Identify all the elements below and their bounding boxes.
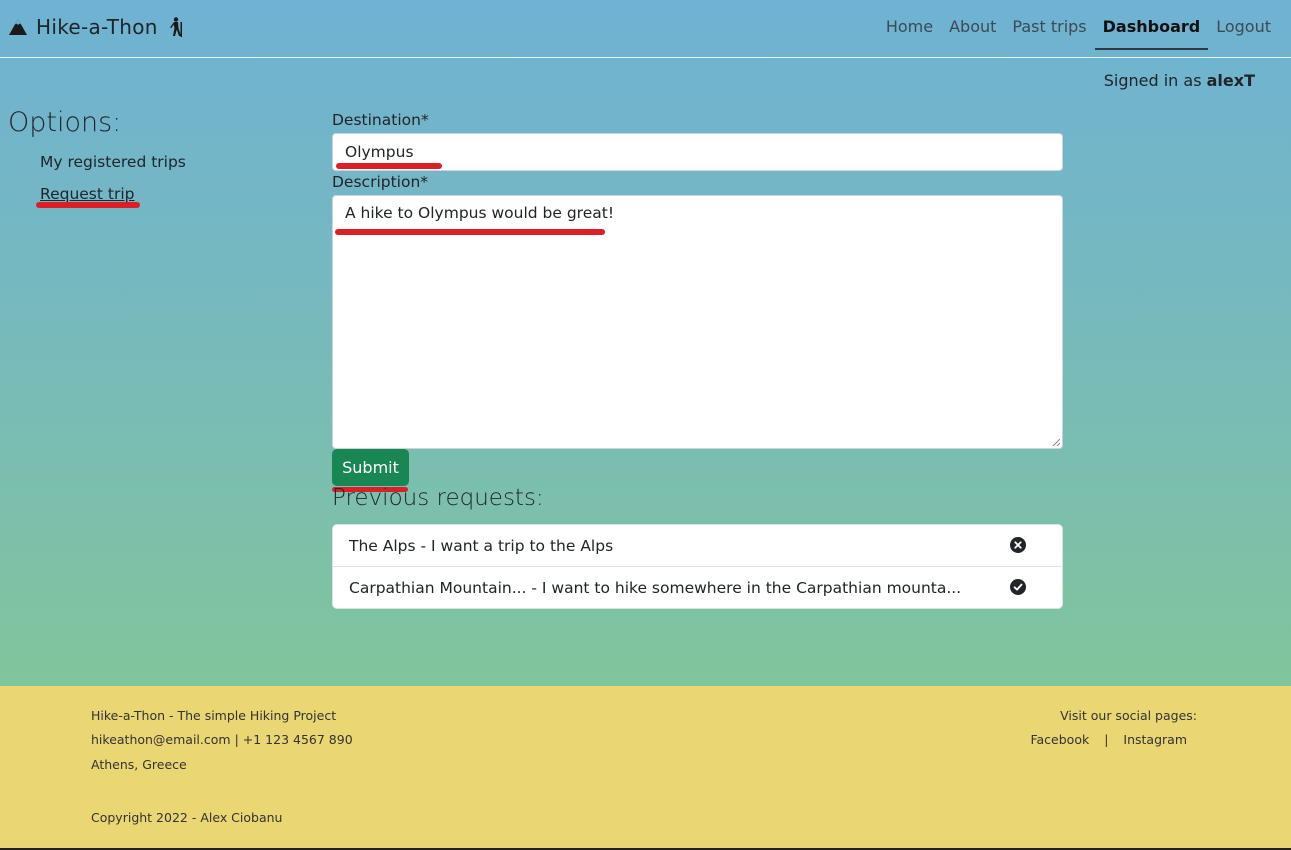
footer-email-link[interactable]: hikeathon@email.com	[91, 732, 231, 747]
facebook-link[interactable]: Facebook	[1030, 732, 1089, 747]
nav-menu: Home About Past trips Dashboard Logout	[878, 0, 1291, 57]
navbar: Hike-a-Thon Home About Past trips Dashbo…	[0, 0, 1291, 58]
signed-in-prefix: Signed in as	[1103, 71, 1202, 90]
resize-handle-icon[interactable]	[1052, 438, 1060, 446]
previous-requests-list: The Alps - I want a trip to the Alps Car…	[332, 524, 1063, 609]
request-text: The Alps - I want a trip to the Alps	[349, 536, 614, 555]
username: alexT	[1206, 71, 1255, 90]
nav-logout[interactable]: Logout	[1208, 0, 1291, 54]
footer: Hike-a-Thon - The simple Hiking Project …	[0, 686, 1291, 850]
brand[interactable]: Hike-a-Thon	[8, 13, 184, 41]
annotation-underline	[36, 202, 140, 208]
footer-contact: hikeathon@email.com | +1 123 4567 890	[91, 732, 353, 747]
previous-requests-title: Previous requests:	[332, 485, 544, 511]
sidebar-item-registered-trips[interactable]: My registered trips	[40, 153, 186, 171]
times-circle-icon[interactable]	[1010, 537, 1026, 553]
signed-in-status: Signed in as alexT	[1104, 71, 1255, 90]
options-title: Options:	[8, 107, 122, 138]
footer-social-separator: |	[1104, 732, 1109, 747]
nav-past-trips[interactable]: Past trips	[1004, 0, 1094, 54]
description-label: Description*	[332, 173, 429, 191]
check-circle-icon[interactable]	[1010, 579, 1026, 595]
footer-social-title: Visit our social pages:	[1060, 708, 1197, 723]
destination-label: Destination*	[332, 111, 429, 129]
annotation-underline	[335, 229, 605, 235]
sidebar-item-request-trip[interactable]: Request trip	[40, 185, 134, 203]
footer-social-links: Facebook | Instagram	[1030, 732, 1187, 747]
nav-home[interactable]: Home	[878, 0, 941, 54]
annotation-underline	[336, 163, 442, 169]
request-text: Carpathian Mountain... - I want to hike …	[349, 578, 962, 597]
list-item: The Alps - I want a trip to the Alps	[333, 525, 1062, 566]
footer-separator: |	[234, 732, 239, 747]
mountain-icon	[9, 19, 27, 35]
nav-dashboard[interactable]: Dashboard	[1094, 0, 1209, 50]
submit-button[interactable]: Submit	[332, 449, 409, 486]
brand-name: Hike-a-Thon	[36, 15, 158, 39]
nav-about[interactable]: About	[941, 0, 1004, 54]
footer-copyright: Copyright 2022 - Alex Ciobanu	[91, 810, 283, 825]
list-item: Carpathian Mountain... - I want to hike …	[333, 566, 1062, 608]
footer-phone: +1 123 4567 890	[242, 732, 353, 747]
footer-city: Athens, Greece	[91, 757, 187, 772]
footer-tagline: Hike-a-Thon - The simple Hiking Project	[91, 708, 337, 723]
instagram-link[interactable]: Instagram	[1123, 732, 1187, 747]
description-text: A hike to Olympus would be great!	[345, 204, 615, 222]
hiker-icon	[169, 17, 182, 37]
